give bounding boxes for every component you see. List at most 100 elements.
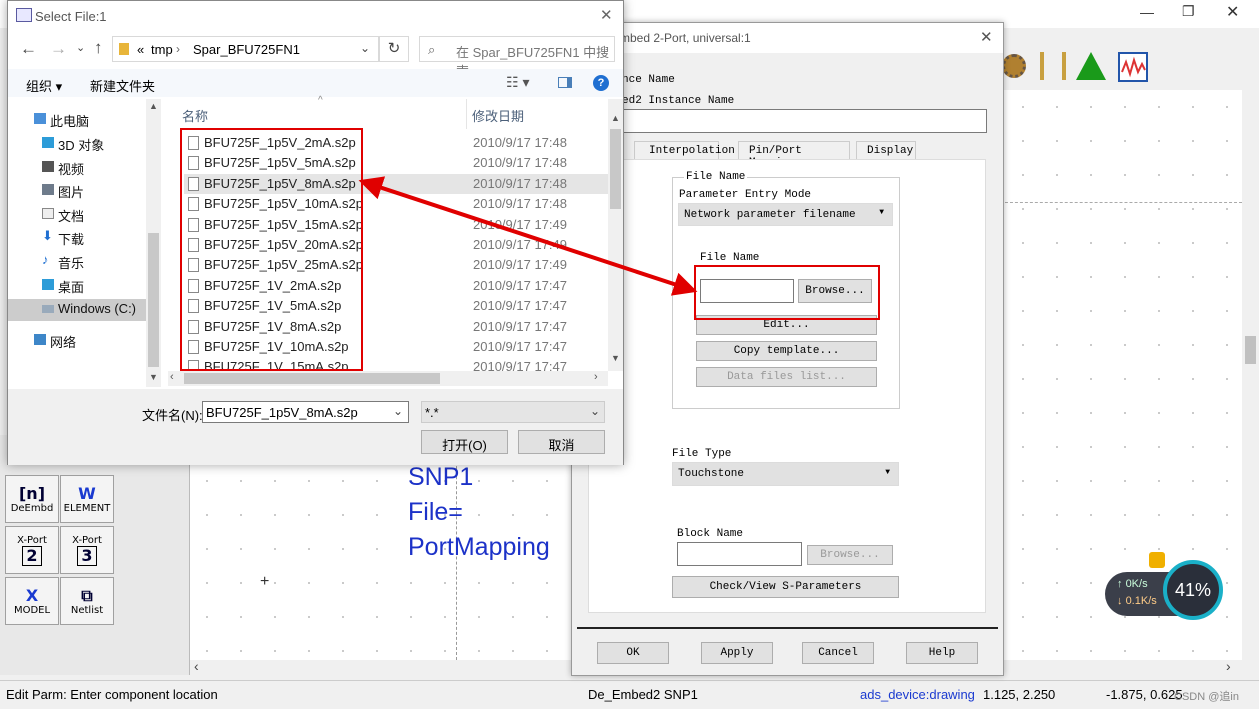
nav-this-pc[interactable]: 此电脑: [34, 111, 89, 130]
refresh-icon[interactable]: ↻: [379, 36, 409, 62]
scroll-up-icon[interactable]: ▲: [149, 101, 158, 111]
dialog-title-bar: Select File:1 ✕: [8, 1, 623, 31]
nav-videos[interactable]: 视频: [42, 159, 84, 178]
minimize-icon[interactable]: —: [1140, 4, 1154, 20]
nav-pictures[interactable]: 图片: [42, 182, 84, 201]
scroll-thumb[interactable]: [148, 233, 159, 367]
chevron-down-icon[interactable]: ⌄: [360, 41, 370, 55]
scroll-down-icon[interactable]: ▼: [611, 353, 620, 363]
cancel-button[interactable]: Cancel: [802, 642, 874, 664]
instance-name-input[interactable]: [622, 109, 987, 133]
palette-label: DeEmbd: [10, 502, 54, 514]
back-arrow-icon[interactable]: ←: [20, 39, 37, 59]
dropdown-icon: ▼: [885, 468, 890, 477]
ok-button[interactable]: OK: [597, 642, 669, 664]
filename-input[interactable]: BFU725F_1p5V_8mA.s2p ⌄: [202, 401, 409, 423]
nav-network[interactable]: 网络: [34, 332, 76, 351]
view-options-icon[interactable]: ☷ ▾: [506, 74, 529, 91]
component-palette: [n] DeEmbd W ELEMENT X-Port 2 X-Port 3 X MODE…: [0, 435, 190, 675]
graph-icon[interactable]: [1118, 52, 1148, 82]
file-date: 2010/9/17 17:47: [473, 339, 567, 354]
breadcrumb-overflow[interactable]: «: [137, 42, 144, 57]
horizontal-scrollbar[interactable]: ‹ ›: [168, 371, 608, 386]
close-icon[interactable]: ✕: [980, 28, 993, 46]
network-icon: [34, 334, 46, 345]
tab-interpolation[interactable]: Interpolation: [634, 141, 735, 160]
forward-arrow-icon[interactable]: →: [50, 39, 67, 59]
copy-template-button[interactable]: Copy template...: [696, 341, 877, 361]
nav-scrollbar[interactable]: ▲ ▼: [146, 99, 161, 387]
nav-3d-objects[interactable]: 3D 对象: [42, 135, 104, 154]
cancel-button[interactable]: 取消: [518, 430, 605, 454]
scroll-left-icon[interactable]: ‹: [170, 371, 174, 383]
tab-pin-port-mapping[interactable]: Pin/Port Mapping: [738, 141, 850, 169]
file-date: 2010/9/17 17:48: [473, 196, 567, 212]
history-dropdown-icon[interactable]: ⌄: [76, 41, 85, 54]
netlist-button[interactable]: ⧉ Netlist: [60, 577, 114, 625]
dialog-title: mbed 2-Port, universal:1: [620, 31, 751, 45]
block-browse-button[interactable]: Browse...: [807, 545, 893, 565]
nav-music[interactable]: ♪ 音乐: [42, 252, 84, 272]
block-name-input[interactable]: [677, 542, 802, 566]
deembed-button[interactable]: [n] DeEmbd: [5, 475, 59, 523]
gear-icon[interactable]: [1002, 54, 1026, 78]
dialog-title: Select File:1: [35, 9, 107, 24]
new-folder-button[interactable]: 新建文件夹: [90, 76, 155, 95]
help-button[interactable]: Help: [906, 642, 978, 664]
nav-desktop[interactable]: 桌面: [42, 277, 84, 296]
list-scrollbar[interactable]: ▲ ▼: [608, 99, 623, 371]
chevron-right-icon[interactable]: ›: [176, 42, 180, 56]
open-button[interactable]: 打开(O): [421, 430, 508, 454]
close-icon[interactable]: ✕: [600, 6, 613, 24]
breadcrumb-folder[interactable]: Spar_BFU725FN1: [193, 42, 300, 57]
close-icon[interactable]: ✕: [1226, 2, 1239, 22]
file-type-select[interactable]: Touchstone ▼: [672, 462, 899, 486]
scroll-thumb[interactable]: [184, 373, 440, 384]
highlight-box: [694, 265, 880, 320]
file-date: 2010/9/17 17:48: [473, 155, 567, 171]
file-date: 2010/9/17 17:49: [473, 257, 567, 273]
breadcrumb-tmp[interactable]: tmp: [151, 42, 173, 57]
nav-windows-c[interactable]: Windows (C:): [42, 301, 136, 316]
scroll-up-icon[interactable]: ▲: [611, 113, 620, 123]
column-name[interactable]: 名称: [182, 106, 208, 125]
vertical-scrollbar[interactable]: [1242, 90, 1259, 660]
tab-display[interactable]: Display: [856, 141, 916, 160]
xport-2-button[interactable]: X-Port 2: [5, 526, 59, 574]
param-mode-select[interactable]: Network parameter filename ▼: [678, 203, 893, 226]
document-icon: [42, 208, 54, 219]
restore-icon[interactable]: ❐: [1182, 3, 1195, 20]
scroll-right-icon[interactable]: ›: [594, 371, 598, 383]
xport-3-button[interactable]: X-Port 3: [60, 526, 114, 574]
search-input[interactable]: ⌕ 在 Spar_BFU725FN1 中搜索: [419, 36, 615, 79]
data-files-list-button[interactable]: Data files list...: [696, 367, 877, 387]
up-arrow-icon[interactable]: ↑: [94, 38, 103, 58]
capacitor-icon[interactable]: [1040, 52, 1066, 80]
file-type-label: File Type: [672, 448, 732, 460]
check-view-button[interactable]: Check/View S-Parameters: [672, 576, 899, 598]
desktop-icon: [42, 279, 54, 290]
model-button[interactable]: X MODEL: [5, 577, 59, 625]
palette-label: Netlist: [70, 604, 104, 616]
chevron-down-icon[interactable]: ⌄: [393, 404, 403, 418]
column-divider[interactable]: [466, 99, 467, 129]
status-layer[interactable]: ads_device:drawing: [860, 687, 975, 702]
address-bar[interactable]: « tmp › Spar_BFU725FN1 ⌄: [112, 36, 379, 62]
organize-menu[interactable]: 组织 ▾: [26, 76, 62, 95]
scroll-right-icon[interactable]: ›: [1226, 658, 1231, 674]
scroll-thumb[interactable]: [610, 129, 621, 209]
up-arrow-icon[interactable]: [1076, 52, 1106, 80]
scroll-thumb[interactable]: [1245, 336, 1256, 364]
column-date[interactable]: 修改日期: [472, 106, 524, 125]
scroll-left-icon[interactable]: ‹: [194, 658, 199, 674]
apply-button[interactable]: Apply: [701, 642, 773, 664]
nav-downloads[interactable]: ⬇ 下载: [42, 228, 84, 248]
preview-pane-icon[interactable]: [558, 77, 572, 88]
element-button[interactable]: W ELEMENT: [60, 475, 114, 523]
file-type-filter[interactable]: *.* ⌄: [421, 401, 605, 423]
nav-documents[interactable]: 文档: [42, 206, 84, 225]
help-icon[interactable]: ?: [593, 75, 609, 91]
group-label: File Name: [684, 171, 748, 183]
scroll-down-icon[interactable]: ▼: [149, 372, 158, 382]
file-date: 2010/9/17 17:47: [473, 359, 567, 371]
